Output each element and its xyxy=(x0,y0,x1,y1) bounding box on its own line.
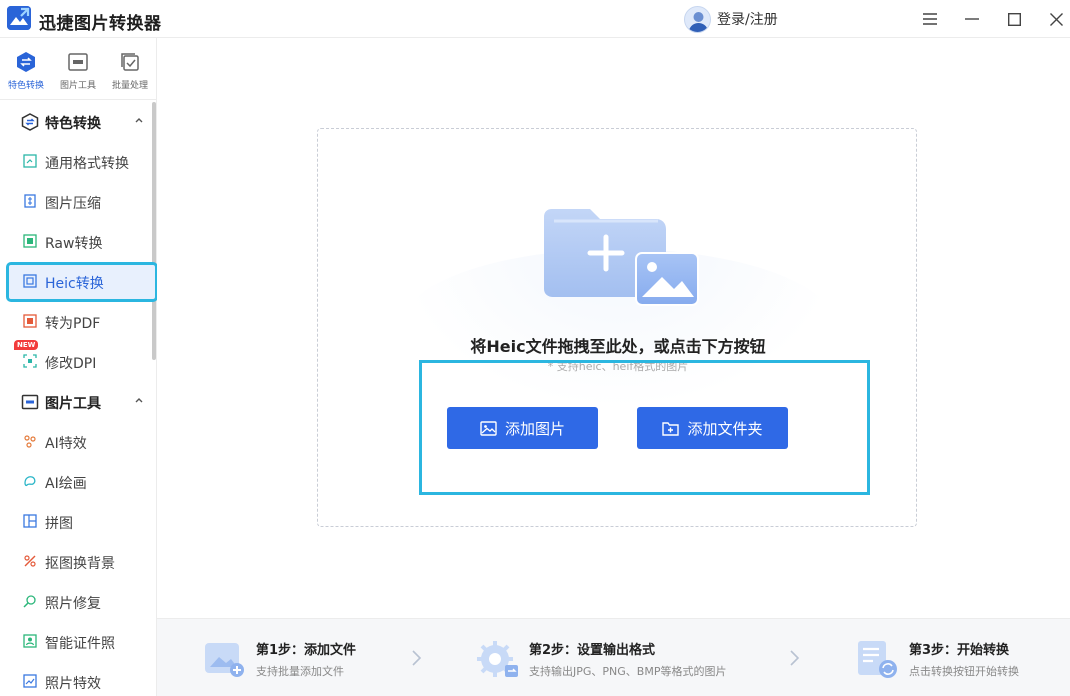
file-drop-zone[interactable]: 将Heic文件拖拽至此处，或点击下方按钮 * 支持heic、heif格式的图片 … xyxy=(317,128,917,527)
minimize-button[interactable] xyxy=(957,4,987,34)
swap-icon xyxy=(17,52,35,72)
add-folder-label: 添加文件夹 xyxy=(687,419,763,438)
add-image-button[interactable]: 添加图片 xyxy=(447,407,598,449)
collage-icon xyxy=(23,514,37,528)
chevron-up-icon xyxy=(135,398,143,403)
add-folder-illustration-icon xyxy=(544,209,699,306)
sidebar-item-heic[interactable]: Heic转换 xyxy=(6,262,158,302)
login-label: 登录/注册 xyxy=(717,12,778,28)
menu-button[interactable] xyxy=(915,4,945,34)
repair-icon xyxy=(23,595,36,608)
sidebar-item-label: AI特效 xyxy=(45,436,87,452)
tab-label: 图片工具 xyxy=(59,81,96,91)
group-image-tools[interactable]: 图片工具 xyxy=(0,382,150,422)
step-desc: 支持批量添加文件 xyxy=(256,665,344,678)
image-tool-icon xyxy=(68,53,88,71)
id-photo-icon xyxy=(23,634,37,648)
maximize-icon xyxy=(1007,12,1021,26)
sidebar-item-label: AI绘画 xyxy=(45,476,87,492)
sidebar-item-label: 图片压缩 xyxy=(45,196,101,212)
step-title: 第3步：开始转换 xyxy=(909,643,1010,658)
dpi-icon xyxy=(23,354,37,368)
image-icon xyxy=(480,420,497,436)
sidebar-item-label: Raw转换 xyxy=(45,236,103,252)
batch-icon xyxy=(121,53,139,71)
add-file-icon xyxy=(205,643,244,677)
close-button[interactable] xyxy=(1041,4,1070,34)
convert-icon xyxy=(858,641,897,678)
sidebar: 特色转换 图片工具 批量处理 特色转换 通用格式转换 图片压缩 Raw转换 He… xyxy=(0,38,158,696)
close-icon xyxy=(1049,12,1063,26)
drop-zone-title: 将Heic文件拖拽至此处，或点击下方按钮 xyxy=(470,337,766,356)
new-badge: NEW xyxy=(14,340,39,350)
minimize-icon xyxy=(965,18,979,20)
group-feature-convert[interactable]: 特色转换 xyxy=(0,102,150,142)
app-title: 迅捷图片转换器 xyxy=(39,14,162,34)
compress-icon xyxy=(24,194,36,208)
pdf-icon xyxy=(23,314,37,328)
menu-icon xyxy=(923,13,937,25)
chevron-up-icon xyxy=(135,118,143,123)
cutout-icon xyxy=(24,555,36,567)
sidebar-item-id-photo[interactable]: 智能证件照 xyxy=(9,625,155,659)
sidebar-item-label: 抠图换背景 xyxy=(45,556,115,572)
chevron-right-icon xyxy=(412,650,422,666)
sidebar-item-label: 照片修复 xyxy=(45,596,101,612)
sidebar-top-tabs: 特色转换 图片工具 批量处理 xyxy=(0,38,157,100)
sidebar-item-photo-effect[interactable]: 照片特效 xyxy=(9,665,155,696)
add-folder-button[interactable]: 添加文件夹 xyxy=(637,407,788,449)
ai-paint-icon xyxy=(24,476,36,487)
raw-icon xyxy=(23,234,37,248)
step-title: 第2步：设置输出格式 xyxy=(529,643,656,658)
folder-add-icon xyxy=(662,421,680,436)
title-bar: 迅捷图片转换器 登录/注册 xyxy=(0,0,1070,38)
steps-bar: 第1步：添加文件 支持批量添加文件 第2步：设置输出格式 支持输出JPG、PNG… xyxy=(157,618,1070,696)
sidebar-item-label: 智能证件照 xyxy=(45,636,115,652)
tab-image-tools[interactable]: 图片工具 xyxy=(52,51,104,91)
sidebar-item-raw[interactable]: Raw转换 xyxy=(9,225,155,259)
add-image-label: 添加图片 xyxy=(504,419,565,438)
sidebar-item-label: 通用格式转换 xyxy=(45,156,129,172)
tab-label: 批量处理 xyxy=(111,81,148,91)
sidebar-item-ai-effect[interactable]: AI特效 xyxy=(9,425,155,459)
settings-icon xyxy=(477,641,518,677)
ai-effect-icon xyxy=(24,435,36,448)
swap-icon xyxy=(21,113,39,131)
sidebar-item-collage[interactable]: 拼图 xyxy=(9,505,155,539)
sidebar-item-label: 照片特效 xyxy=(45,676,101,692)
group-label: 特色转换 xyxy=(45,116,101,132)
tab-feature-convert[interactable]: 特色转换 xyxy=(0,51,52,91)
app-logo-icon xyxy=(7,6,31,30)
login-button[interactable]: 登录/注册 xyxy=(684,5,778,33)
sidebar-item-label: 拼图 xyxy=(45,516,73,532)
group-label: 图片工具 xyxy=(45,396,101,412)
chevron-right-icon xyxy=(790,650,800,666)
step-desc: 支持输出JPG、PNG、BMP等格式的图片 xyxy=(529,665,727,678)
sidebar-item-dpi[interactable]: NEW 修改DPI xyxy=(9,340,155,379)
tab-batch[interactable]: 批量处理 xyxy=(104,51,156,91)
format-convert-icon xyxy=(23,154,37,168)
avatar xyxy=(684,5,711,33)
image-tool-icon xyxy=(21,394,39,410)
step-desc: 点击转换按钮开始转换 xyxy=(909,665,1019,678)
sidebar-item-pdf[interactable]: 转为PDF xyxy=(9,305,155,339)
sidebar-item-format-convert[interactable]: 通用格式转换 xyxy=(9,145,155,179)
heic-icon xyxy=(23,274,37,288)
step-title: 第1步：添加文件 xyxy=(256,643,357,658)
sidebar-item-label: Heic转换 xyxy=(45,276,104,292)
tab-label: 特色转换 xyxy=(7,81,44,91)
sidebar-item-label: 修改DPI xyxy=(45,356,97,372)
sidebar-item-cutout[interactable]: 抠图换背景 xyxy=(9,545,155,579)
sidebar-item-repair[interactable]: 照片修复 xyxy=(9,585,155,619)
main-content: 将Heic文件拖拽至此处，或点击下方按钮 * 支持heic、heif格式的图片 … xyxy=(157,38,1070,618)
maximize-button[interactable] xyxy=(999,4,1029,34)
sidebar-item-ai-paint[interactable]: AI绘画 xyxy=(9,465,155,499)
sidebar-item-label: 转为PDF xyxy=(45,316,101,332)
sidebar-item-compress[interactable]: 图片压缩 xyxy=(9,185,155,219)
photo-effect-icon xyxy=(23,674,37,688)
